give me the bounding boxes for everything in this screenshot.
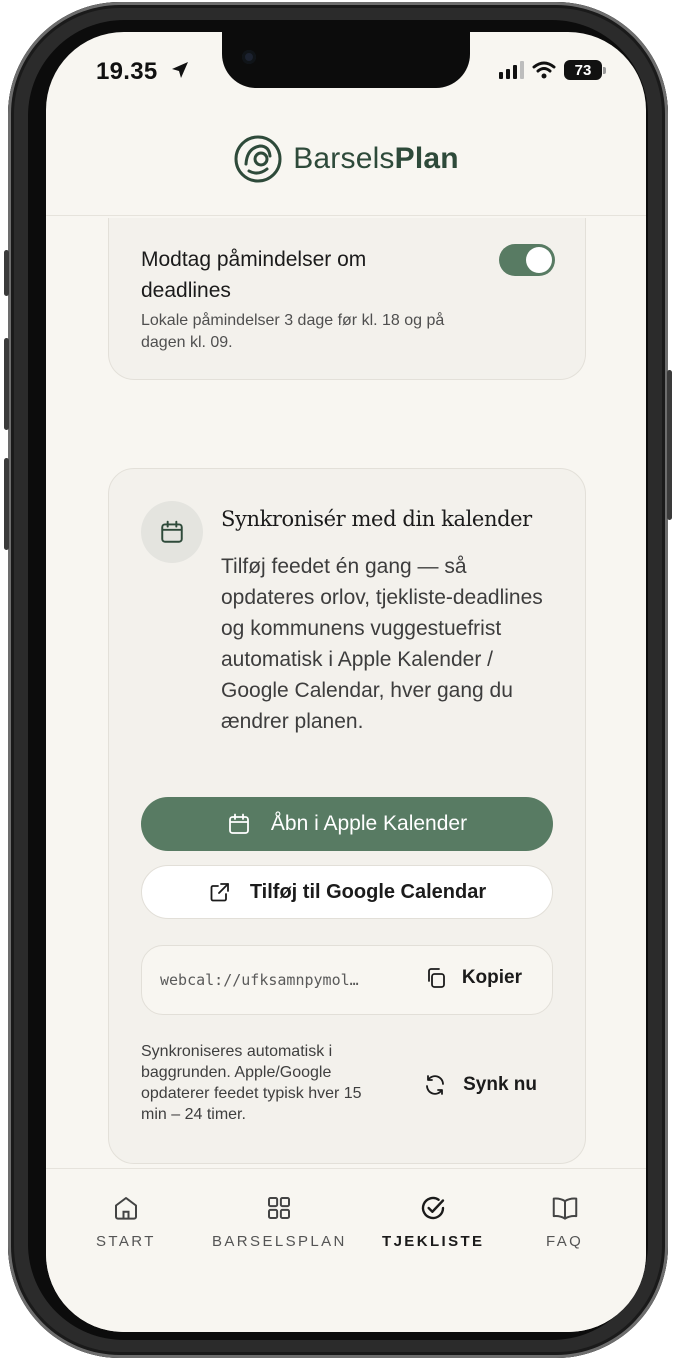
bottom-navigation: START BARSELSPLAN TJEKLISTE FAQ (46, 1168, 646, 1332)
calendar-icon (161, 520, 183, 543)
copy-button[interactable]: Kopier (424, 966, 522, 990)
sync-description: Tilføj feedet én gang — så opdateres orl… (221, 555, 543, 733)
copy-icon (427, 968, 445, 988)
mute-switch (4, 250, 9, 296)
nav-faq-label: FAQ (546, 1233, 584, 1250)
sync-icon-badge (141, 501, 203, 563)
home-icon (114, 1197, 137, 1220)
open-apple-calendar-button[interactable]: Åbn i Apple Kalender (141, 797, 553, 851)
status-time: 19.35 (96, 58, 158, 85)
copy-label: Kopier (461, 967, 522, 988)
google-button-label: Tilføj til Google Calendar (249, 880, 487, 903)
nav-tjekliste[interactable]: TJEKLISTE (382, 1193, 484, 1250)
calendar-icon (229, 813, 249, 834)
app-header: BarselsPlan (46, 88, 646, 216)
volume-up-button (4, 338, 9, 430)
reminder-title: Modtag påmindelser om deadlines (141, 248, 367, 302)
nav-barselsplan[interactable]: BARSELSPLAN (212, 1193, 347, 1250)
grid-icon (268, 1197, 291, 1219)
sync-now-label: Synk nu (463, 1074, 537, 1095)
brand-name: BarselsPlan (293, 141, 459, 175)
feed-url-text: webcal://ufksamnpymol… (160, 971, 359, 989)
status-indicators: 73 (499, 60, 606, 80)
nav-barselsplan-label: BARSELSPLAN (212, 1233, 347, 1250)
nav-start[interactable]: START (96, 1193, 156, 1250)
toggle-knob (526, 247, 552, 273)
sync-title: Synkronisér med din kalender (221, 507, 532, 531)
refresh-icon (426, 1075, 444, 1095)
external-link-icon (210, 883, 229, 902)
location-arrow-icon (172, 62, 188, 78)
front-camera (242, 50, 256, 64)
feed-url-field[interactable]: webcal://ufksamnpymol… Kopier (141, 945, 553, 1015)
apple-button-label: Åbn i Apple Kalender (270, 812, 468, 835)
add-google-calendar-button[interactable]: Tilføj til Google Calendar (141, 865, 553, 919)
check-circle-icon (422, 1196, 445, 1220)
nav-faq[interactable]: FAQ (546, 1193, 583, 1250)
sync-now-button[interactable]: Synk nu (423, 1073, 537, 1097)
volume-down-button (4, 458, 9, 550)
notch (222, 32, 470, 88)
wifi-icon (532, 61, 556, 79)
battery-icon: 73 (564, 60, 606, 80)
brand-logo[interactable]: BarselsPlan (233, 134, 459, 184)
phone-frame: 19.35 73 BarselsPlan Modtag påmindelser … (4, 2, 672, 1358)
book-icon (552, 1197, 577, 1220)
nav-tjekliste-label: TJEKLISTE (382, 1233, 485, 1250)
signal-icon (499, 61, 524, 79)
sync-note: Synkroniseres automatisk i baggrunden. A… (141, 1043, 362, 1123)
barselsplan-logo-icon (234, 135, 282, 182)
screen: 19.35 73 BarselsPlan Modtag påmindelser … (46, 32, 646, 1332)
reminder-card: Modtag påmindelser om deadlines Lokale p… (108, 218, 586, 380)
reminder-subtitle: Lokale påmindelser 3 dage før kl. 18 og … (141, 312, 445, 351)
calendar-sync-card: Synkronisér med din kalender Tilføj feed… (108, 468, 586, 1164)
power-button (667, 370, 672, 520)
reminder-toggle[interactable] (499, 244, 555, 276)
nav-start-label: START (96, 1233, 156, 1250)
